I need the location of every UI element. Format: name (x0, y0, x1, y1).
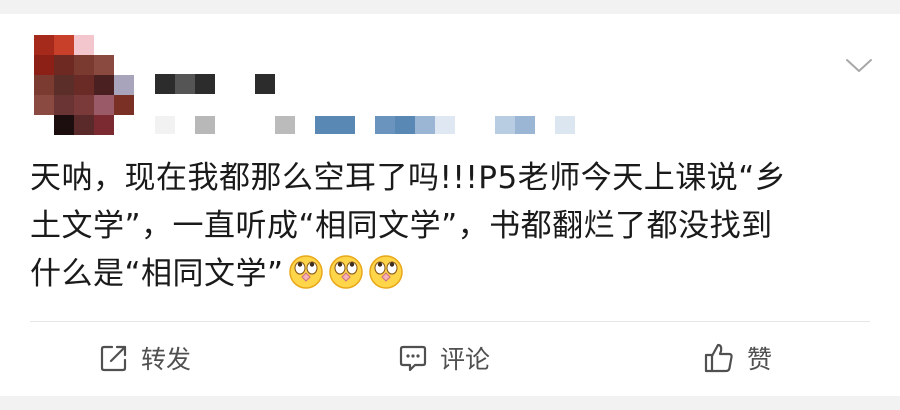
username-pixelated[interactable] (195, 74, 215, 94)
chevron-down-icon[interactable] (844, 54, 874, 76)
post-text: 天呐，现在我都那么空耳了吗!!!P5老师今天上课说“乡 土文学”，一直听成“相同… (30, 154, 870, 298)
comment-icon (398, 343, 428, 373)
post-text-line: 土文学”，一直听成“相同文学”，书都翻烂了都没找到 (30, 208, 773, 244)
username-pixelated[interactable] (175, 74, 195, 94)
post-meta-pixelated (415, 116, 435, 134)
thumbs-up-icon (703, 342, 735, 374)
repost-label: 转发 (141, 345, 192, 374)
rolling-eyes-emoji (368, 254, 404, 290)
post-meta-pixelated (195, 116, 215, 134)
rolling-eyes-emoji (328, 254, 364, 290)
post-meta-pixelated (555, 116, 575, 134)
avatar[interactable] (34, 35, 134, 135)
username-pixelated[interactable] (255, 74, 275, 94)
post-meta-pixelated (315, 116, 335, 134)
post-meta-pixelated (335, 116, 355, 134)
post-meta-pixelated (435, 116, 455, 134)
like-label: 赞 (747, 345, 773, 374)
comment-button[interactable]: 评论 (398, 338, 490, 378)
post-meta-pixelated (395, 116, 415, 134)
repost-button[interactable]: 转发 (99, 338, 191, 378)
page: 天呐，现在我都那么空耳了吗!!!P5老师今天上课说“乡 土文学”，一直听成“相同… (0, 0, 900, 410)
post-meta-pixelated (495, 116, 515, 134)
like-button[interactable]: 赞 (703, 338, 772, 378)
repost-icon (99, 343, 129, 373)
post-text-line: 什么是“相同文学” (30, 256, 284, 292)
post-meta-pixelated (375, 116, 395, 134)
post-text-line: 天呐，现在我都那么空耳了吗!!!P5老师今天上课说“乡 (30, 160, 787, 196)
post-meta-pixelated (155, 116, 175, 134)
comment-label: 评论 (440, 345, 491, 374)
username-pixelated[interactable] (155, 74, 175, 94)
post-meta-pixelated (515, 116, 535, 134)
rolling-eyes-emoji (288, 254, 324, 290)
post-card: 天呐，现在我都那么空耳了吗!!!P5老师今天上课说“乡 土文学”，一直听成“相同… (0, 14, 900, 396)
divider (30, 321, 870, 322)
post-meta-pixelated (275, 116, 295, 134)
